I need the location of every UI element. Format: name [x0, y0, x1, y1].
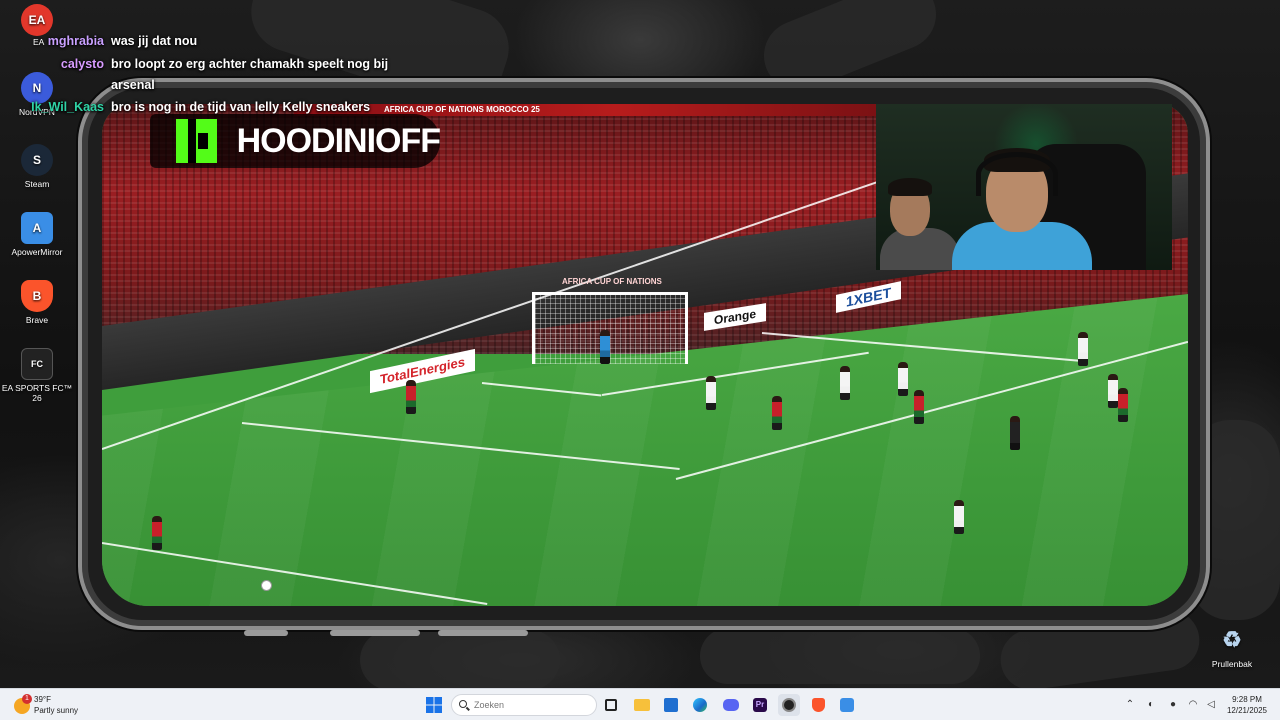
- streamer-name: HOODINIOFF: [236, 121, 441, 160]
- phone-side-button: [438, 630, 528, 636]
- desktop-icon-ea-sports-fc[interactable]: FC EA SPORTS FC™ 26: [1, 348, 73, 403]
- ea-sports-fc-icon: FC: [21, 348, 53, 380]
- weather-widget[interactable]: 1 39°F Partly sunny: [12, 693, 122, 717]
- desktop-icon-steam[interactable]: S Steam: [1, 144, 73, 189]
- player-goalkeeper: [600, 330, 610, 364]
- edge-button[interactable]: [689, 694, 711, 716]
- player-red: [772, 396, 782, 430]
- weather-condition: Partly sunny: [34, 706, 79, 715]
- chat-text: was jij dat nou: [111, 34, 198, 48]
- phone-side-button: [244, 630, 288, 636]
- player-white: [840, 366, 850, 400]
- apowermirror-taskbar-button[interactable]: [836, 694, 858, 716]
- ball: [262, 581, 271, 590]
- goal-net: [532, 292, 688, 364]
- chat-text: bro loopt zo erg achter chamakh speelt n…: [111, 57, 389, 71]
- streamer-banner: HOODINIOFF: [150, 114, 441, 168]
- desktop-icon-label: EA SPORTS FC™ 26: [1, 383, 73, 403]
- desktop-icon-label: ApowerMirror: [11, 247, 63, 257]
- brave-taskbar-button[interactable]: [807, 694, 829, 716]
- player-white: [898, 362, 908, 396]
- network-icon[interactable]: ◐: [1144, 698, 1158, 712]
- player-red: [152, 516, 162, 550]
- windows-start-icon: [426, 697, 442, 713]
- desktop-icon-recycle-bin[interactable]: ♻ Prullenbak: [1196, 624, 1268, 670]
- taskbar: 1 39°F Partly sunny Pr ⌃ ◐ ● ◠: [0, 688, 1280, 720]
- desktop-icon-label: Brave: [25, 315, 49, 325]
- brave-icon: [811, 698, 825, 712]
- desktop-icon-brave[interactable]: B Brave: [1, 280, 73, 325]
- chat-text: bro is nog in de tijd van lelly Kelly sn…: [111, 100, 371, 114]
- weather-temperature: 39°F: [34, 695, 51, 704]
- premiere-pro-icon: Pr: [753, 698, 767, 712]
- volume-icon[interactable]: ◁: [1204, 698, 1218, 712]
- chat-username[interactable]: mghrabia: [0, 34, 104, 48]
- kick-logo-icon: [176, 119, 217, 163]
- ea-app-icon: EA: [21, 4, 53, 36]
- taskbar-clock[interactable]: 9:28 PM 12/21/2025: [1222, 694, 1272, 716]
- player-white: [706, 376, 716, 410]
- file-explorer-icon: [634, 699, 650, 711]
- wifi-icon[interactable]: ◠: [1186, 698, 1200, 712]
- player-red: [914, 390, 924, 424]
- chat-username[interactable]: calysto: [0, 57, 104, 71]
- taskbar-search[interactable]: [451, 694, 597, 716]
- store-icon: [664, 698, 678, 712]
- apowermirror-icon: A: [21, 212, 53, 244]
- chat-username[interactable]: Ik_Wil_Kaas: [0, 100, 104, 114]
- steam-icon: S: [21, 144, 53, 176]
- discord-button[interactable]: [720, 694, 742, 716]
- player-red: [1118, 388, 1128, 422]
- chevron-up-icon[interactable]: ⌃: [1123, 698, 1137, 712]
- board-afcon: AFRICA CUP OF NATIONS: [562, 277, 662, 286]
- chat-text: arsenal: [111, 78, 155, 92]
- search-icon: [459, 700, 467, 708]
- task-view-icon: [605, 699, 617, 711]
- start-button[interactable]: [423, 694, 445, 716]
- apowermirror-icon: [840, 698, 854, 712]
- player-red: [406, 380, 416, 414]
- microphone-icon[interactable]: ●: [1166, 698, 1180, 712]
- file-explorer-button[interactable]: [631, 694, 653, 716]
- player-white: [1078, 332, 1088, 366]
- player-white: [954, 500, 964, 534]
- premiere-pro-button[interactable]: Pr: [749, 694, 771, 716]
- headphones-icon: [976, 152, 1058, 196]
- clock-time: 9:28 PM: [1232, 695, 1262, 704]
- player-white: [1108, 374, 1118, 408]
- webcam-overlay: [876, 104, 1172, 270]
- player-referee: [1010, 416, 1020, 450]
- obs-button[interactable]: [778, 694, 800, 716]
- desktop-icon-label: Steam: [24, 179, 50, 189]
- edge-icon: [693, 698, 707, 712]
- task-view-button[interactable]: [600, 694, 622, 716]
- desktop-icon-apowermirror[interactable]: A ApowerMirror: [1, 212, 73, 257]
- phone-side-button: [330, 630, 420, 636]
- discord-icon: [723, 699, 739, 711]
- brave-icon: B: [21, 280, 53, 312]
- search-input[interactable]: [474, 698, 592, 712]
- desktop-icon-label: Prullenbak: [1211, 659, 1253, 669]
- notification-badge: 1: [22, 694, 32, 704]
- obs-icon: [782, 698, 796, 712]
- clock-date: 12/21/2025: [1226, 706, 1268, 715]
- recycle-bin-icon: ♻: [1222, 627, 1242, 652]
- store-button[interactable]: [660, 694, 682, 716]
